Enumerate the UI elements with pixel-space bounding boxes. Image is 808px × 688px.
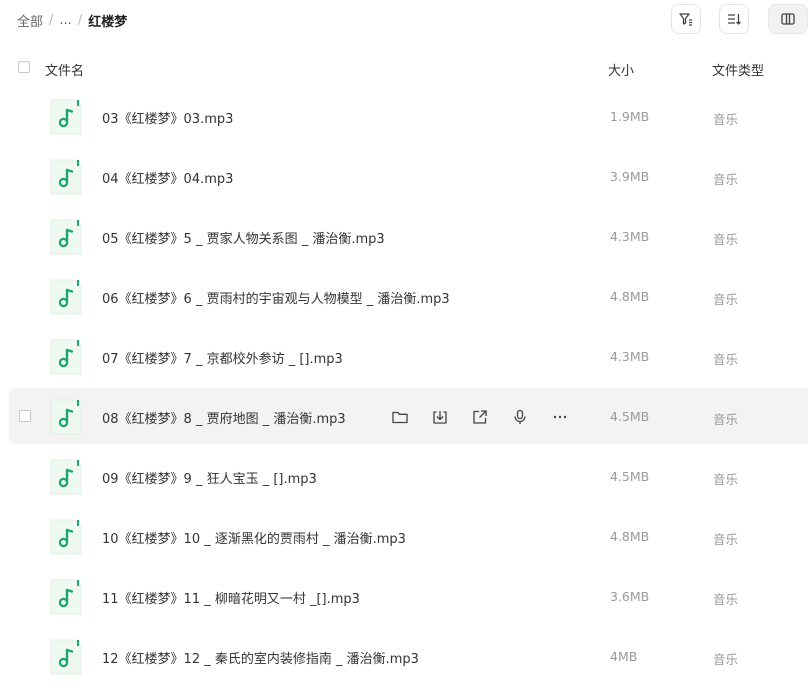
file-name[interactable]: 08《红楼梦》8 _ 贾府地图 _ 潘治衡.mp3 (102, 408, 346, 427)
table-row[interactable]: 06《红楼梦》6 _ 贾雨村的宇宙观与人物模型 _ 潘治衡.mp3 4.8MB … (0, 268, 808, 324)
breadcrumb-current: 红楼梦 (88, 14, 128, 30)
podcast-icon (514, 409, 526, 424)
move-to-folder-button[interactable] (390, 407, 410, 427)
breadcrumb-separator: / (77, 12, 83, 28)
music-file-icon (50, 459, 82, 495)
breadcrumb: 全部 / ... / 红楼梦 (17, 10, 127, 30)
file-name[interactable]: 05《红楼梦》5 _ 贾家人物关系图 _ 潘治衡.mp3 (102, 228, 385, 247)
file-size: 4.8MB (610, 529, 650, 544)
file-type: 音乐 (713, 472, 739, 487)
column-header-type[interactable]: 文件类型 (712, 60, 764, 79)
file-size: 4.8MB (610, 289, 650, 304)
podcast-button[interactable] (510, 407, 530, 427)
file-type: 音乐 (713, 532, 739, 547)
file-size: 4.5MB (610, 409, 650, 424)
file-size: 4.5MB (610, 469, 650, 484)
download-icon (433, 411, 447, 424)
music-file-icon (50, 279, 82, 315)
table-row[interactable]: 04《红楼梦》04.mp3 3.9MB 音乐 (0, 148, 808, 204)
music-file-icon (50, 519, 82, 555)
breadcrumb-root[interactable]: 全部 (17, 11, 43, 30)
music-file-icon (50, 579, 82, 615)
table-row[interactable]: 10《红楼梦》10 _ 逐渐黑化的贾雨村 _ 潘治衡.mp3 4.8MB 音乐 (0, 508, 808, 564)
table-row[interactable]: 12《红楼梦》12 _ 秦氏的室内装修指南 _ 潘治衡.mp3 4MB 音乐 (0, 628, 808, 684)
select-all-checkbox[interactable] (18, 61, 30, 73)
view-toggle-button[interactable] (768, 4, 808, 34)
filter-button[interactable] (671, 4, 701, 34)
file-type: 音乐 (713, 592, 739, 607)
sort-icon (728, 14, 741, 25)
music-file-icon (50, 219, 82, 255)
file-size: 4.3MB (610, 349, 650, 364)
table-row-hovered[interactable]: 08《红楼梦》8 _ 贾府地图 _ 潘治衡.mp3 4.5MB 音乐 (9, 388, 808, 444)
file-name[interactable]: 07《红楼梦》7 _ 京都校外参访 _ [].mp3 (102, 348, 343, 367)
file-size: 3.6MB (610, 589, 650, 604)
music-file-icon (50, 159, 82, 195)
folder-icon (392, 411, 408, 424)
file-size: 3.9MB (610, 169, 650, 184)
file-type: 音乐 (713, 112, 739, 127)
file-name[interactable]: 09《红楼梦》9 _ 狂人宝玉 _ [].mp3 (102, 468, 317, 487)
music-file-icon (50, 399, 82, 435)
breadcrumb-ellipsis[interactable]: ... (59, 13, 71, 28)
column-view-icon (781, 13, 795, 25)
music-file-icon (50, 99, 82, 135)
file-type: 音乐 (713, 352, 739, 367)
table-row[interactable]: 07《红楼梦》7 _ 京都校外参访 _ [].mp3 4.3MB 音乐 (0, 328, 808, 384)
table-row[interactable]: 05《红楼梦》5 _ 贾家人物关系图 _ 潘治衡.mp3 4.3MB 音乐 (0, 208, 808, 264)
table-row[interactable]: 03《红楼梦》03.mp3 1.9MB 音乐 (0, 88, 808, 144)
filter-icon (679, 13, 692, 26)
table-row[interactable]: 11《红楼梦》11 _ 柳暗花明又一村 _[].mp3 3.6MB 音乐 (0, 568, 808, 624)
music-file-icon (50, 339, 82, 375)
file-type: 音乐 (713, 172, 739, 187)
music-file-icon (50, 639, 82, 675)
column-header-name[interactable]: 文件名 (45, 60, 84, 79)
file-type: 音乐 (713, 232, 739, 247)
file-size: 1.9MB (610, 109, 650, 124)
file-name[interactable]: 10《红楼梦》10 _ 逐渐黑化的贾雨村 _ 潘治衡.mp3 (102, 528, 406, 547)
download-button[interactable] (430, 407, 450, 427)
file-name[interactable]: 06《红楼梦》6 _ 贾雨村的宇宙观与人物模型 _ 潘治衡.mp3 (102, 288, 450, 307)
table-row[interactable]: 09《红楼梦》9 _ 狂人宝玉 _ [].mp3 4.5MB 音乐 (0, 448, 808, 504)
column-header-size[interactable]: 大小 (608, 60, 634, 79)
file-name[interactable]: 12《红楼梦》12 _ 秦氏的室内装修指南 _ 潘治衡.mp3 (102, 648, 419, 667)
file-type: 音乐 (713, 652, 739, 667)
row-checkbox[interactable] (19, 410, 31, 422)
more-icon (553, 415, 567, 419)
table-header: 文件名 大小 文件类型 (0, 55, 808, 81)
more-button[interactable] (550, 407, 570, 427)
file-name[interactable]: 04《红楼梦》04.mp3 (102, 168, 233, 187)
row-actions (390, 407, 590, 427)
sort-button[interactable] (719, 4, 749, 34)
share-button[interactable] (470, 407, 490, 427)
file-name[interactable]: 03《红楼梦》03.mp3 (102, 108, 233, 127)
file-size: 4.3MB (610, 229, 650, 244)
file-type: 音乐 (713, 412, 739, 427)
file-name[interactable]: 11《红楼梦》11 _ 柳暗花明又一村 _[].mp3 (102, 588, 360, 607)
breadcrumb-separator: / (49, 12, 54, 28)
share-icon (473, 410, 487, 424)
file-type: 音乐 (713, 292, 739, 307)
file-size: 4MB (610, 649, 638, 664)
